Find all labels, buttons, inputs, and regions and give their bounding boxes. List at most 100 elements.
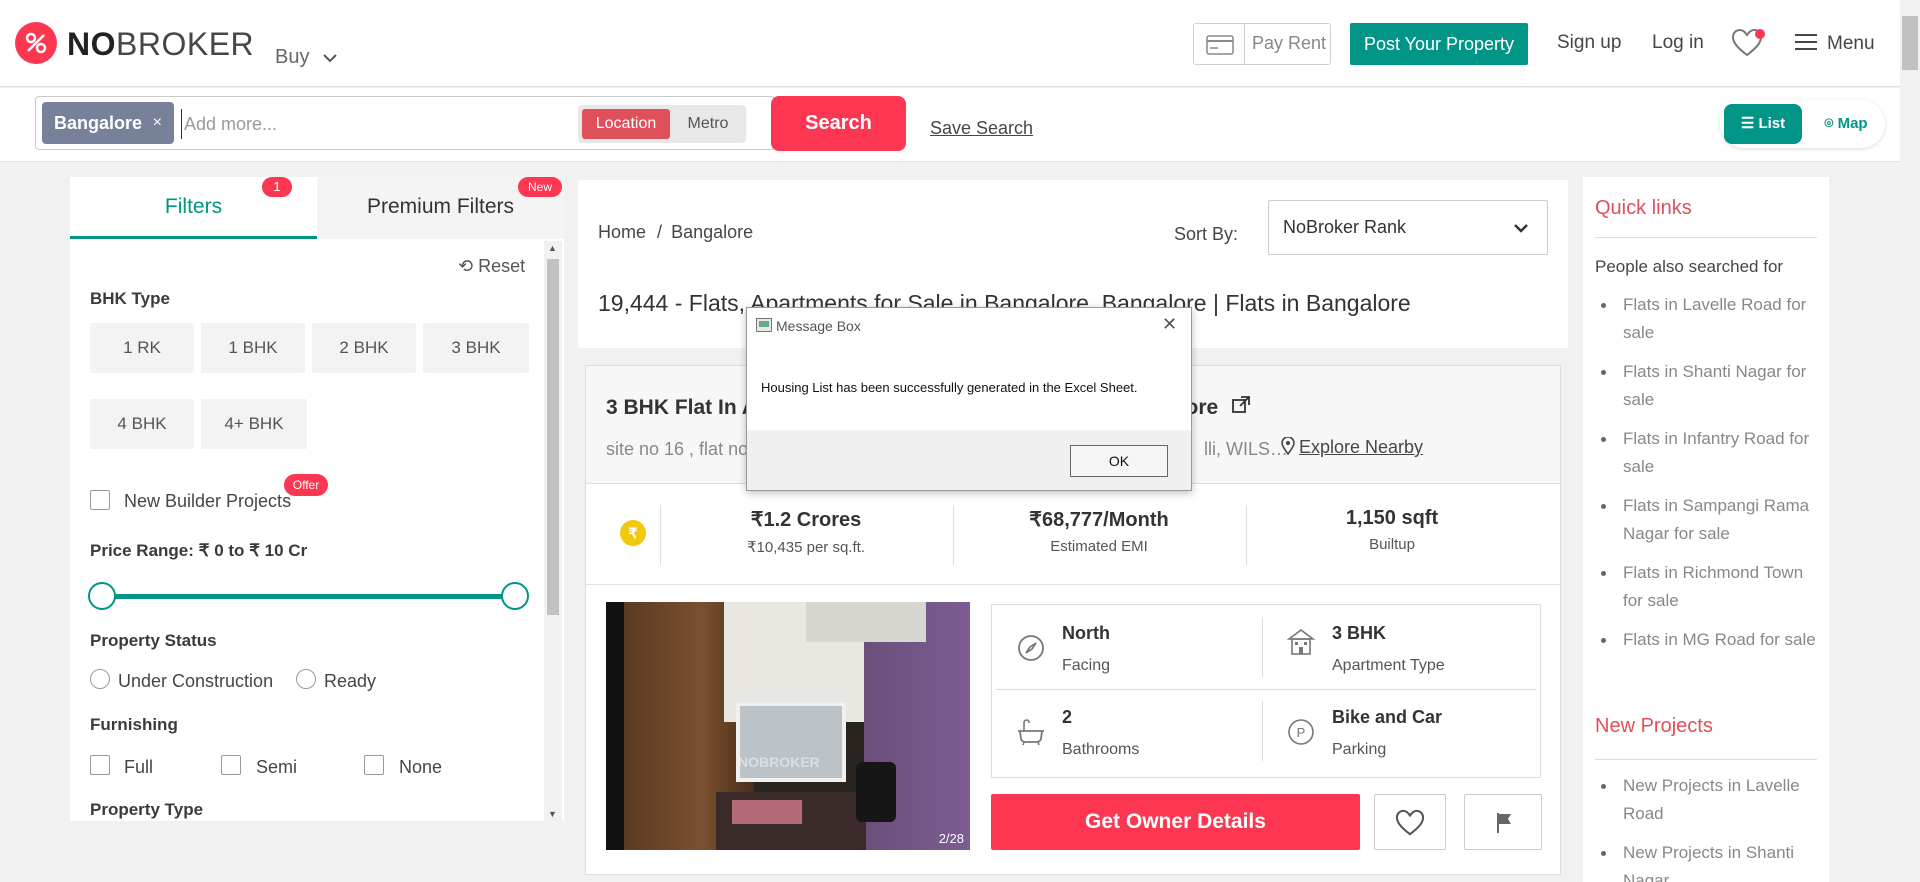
price-max-handle[interactable] [501,582,529,610]
price-range-track[interactable] [102,594,514,599]
reset-button[interactable]: ⟲ Reset [458,256,525,277]
facing-value: North [1062,623,1110,643]
breadcrumb-home[interactable]: Home [598,222,646,242]
nobroker-logo-text[interactable]: NOBROKER [67,26,254,63]
metro-toggle-button[interactable]: Metro [674,109,742,139]
new-builder-label: New Builder Projects [124,491,292,511]
bhk-type-label: BHK Type [90,289,170,308]
chip-close-icon[interactable]: × [153,102,162,144]
new-project-item[interactable]: New Projects in Lavelle Road [1595,772,1825,828]
breadcrumb-city[interactable]: Bangalore [671,222,753,242]
quick-link-item[interactable]: Flats in MG Road for sale [1595,626,1825,654]
furnishing-none-checkbox[interactable] [364,755,384,775]
message-box-text: Housing List has been successfully gener… [761,380,1138,395]
bathrooms-label: Bathrooms [1062,741,1140,758]
quick-link-item[interactable]: Flats in Richmond Town for sale [1595,559,1825,615]
ready-radio[interactable] [296,669,316,689]
search-button[interactable]: Search [771,96,906,151]
city-chip[interactable]: Bangalore × [42,102,174,144]
listing-photo[interactable]: NOBROKER 2/28 [606,602,970,850]
area-value: 1,150 sqft [1345,507,1439,529]
price-value: ₹1.2 Crores [750,509,862,531]
furnishing-full-checkbox[interactable] [90,755,110,775]
site-header: NOBROKER Buy Pay Rent Post Your Property… [0,0,1900,87]
search-box: Bangalore × Location Metro [35,96,775,150]
furnishing-semi-label: Semi [256,757,298,777]
report-button[interactable] [1464,794,1542,850]
apartment-type-label: Apartment Type [1332,657,1445,674]
location-toggle-button[interactable]: Location [582,109,670,139]
message-box-dialog: Message Box ✕ Housing List has been succ… [746,307,1192,491]
pay-rent-button[interactable]: Pay Rent [1193,23,1331,65]
bhk-option-3bhk[interactable]: 3 BHK [423,323,529,373]
bhk-option-4bhk[interactable]: 4 BHK [90,399,194,449]
price-range-label: Price Range: ₹ 0 to ₹ 10 Cr [90,541,308,560]
sign-up-link[interactable]: Sign up [1557,32,1621,54]
sort-by-label: Sort By: [1174,224,1239,244]
scroll-down-icon[interactable]: ▼ [548,809,557,819]
search-bar: Bangalore × Location Metro Search Save Se… [0,88,1900,162]
scroll-up-icon[interactable]: ▲ [548,243,557,253]
list-view-button[interactable]: ☰ List [1724,104,1802,144]
bathrooms-detail: 2 Bathrooms [992,689,1262,773]
credit-card-icon [1206,35,1234,55]
bathrooms-value: 2 [1062,707,1073,727]
bhk-option-2bhk[interactable]: 2 BHK [312,323,416,373]
area-label: Builtup [1369,536,1415,553]
quick-link-item[interactable]: Flats in Infantry Road for sale [1595,425,1825,481]
list-icon: ☰ [1740,115,1759,132]
ok-button[interactable]: OK [1070,445,1168,477]
under-construction-radio[interactable] [90,669,110,689]
property-type-label: Property Type [90,800,204,819]
quick-link-item[interactable]: Flats in Sampangi Rama Nagar for sale [1595,492,1825,548]
locality-search-input[interactable] [181,109,571,139]
building-icon [1286,629,1316,655]
furnishing-semi-checkbox[interactable] [221,755,241,775]
new-projects-title: New Projects [1595,715,1713,737]
post-property-button[interactable]: Post Your Property [1350,23,1528,65]
breadcrumb: Home / Bangalore [598,222,753,243]
explore-nearby-link[interactable]: Explore Nearby [1281,436,1423,458]
close-icon[interactable]: ✕ [1162,314,1177,335]
quick-link-item[interactable]: Flats in Lavelle Road for sale [1595,291,1825,347]
sort-value: NoBroker Rank [1283,217,1407,237]
new-builder-checkbox[interactable] [90,490,110,510]
parking-label: Parking [1332,741,1387,758]
bhk-option-4plus-bhk[interactable]: 4+ BHK [201,399,307,449]
quick-links-panel: Quick links People also searched for Fla… [1583,177,1829,882]
buy-dropdown[interactable]: Buy [275,46,337,69]
filter-scrollbar-thumb[interactable] [547,259,559,615]
rupee-coin-icon: ₹ [620,520,646,546]
page-scrollbar[interactable] [1900,0,1920,882]
log-in-link[interactable]: Log in [1652,32,1704,54]
bhk-option-1bhk[interactable]: 1 BHK [201,323,305,373]
nobroker-logo-icon[interactable] [15,22,57,64]
sort-select[interactable]: NoBroker Rank [1268,200,1548,255]
buy-label: Buy [275,46,310,68]
hamburger-icon [1795,33,1817,50]
price-per-sqft: ₹10,435 per sq.ft. [747,539,865,556]
parking-icon: P [1288,719,1314,745]
apartment-type-value: 3 BHK [1332,623,1387,643]
notification-dot [1755,29,1765,39]
furnishing-label: Furnishing [90,715,178,734]
quick-link-item[interactable]: Flats in Shanti Nagar for sale [1595,358,1825,414]
compass-icon [1018,635,1044,661]
price-min-handle[interactable] [88,582,116,610]
page-scrollbar-thumb[interactable] [1902,16,1918,70]
map-view-button[interactable]: ⌾ Map [1812,104,1880,144]
menu-button[interactable]: Menu [1795,33,1875,55]
view-toggle: ☰ List ⌾ Map [1720,100,1885,148]
quick-links-list: Flats in Lavelle Road for sale Flats in … [1595,291,1825,665]
bhk-option-1rk[interactable]: 1 RK [90,323,194,373]
quick-links-subtitle: People also searched for [1595,257,1784,276]
flag-icon [1497,813,1511,833]
save-search-link[interactable]: Save Search [930,118,1033,139]
external-link-icon[interactable] [1232,396,1250,414]
svg-text:P: P [1297,725,1306,740]
new-project-item[interactable]: New Projects in Shanti Nagar [1595,839,1825,882]
get-owner-details-button[interactable]: Get Owner Details [991,794,1360,850]
shortlist-button[interactable] [1374,794,1446,850]
message-box-body: Message Box ✕ Housing List has been succ… [747,308,1191,430]
apartment-type-detail: 3 BHK Apartment Type [1262,605,1532,689]
